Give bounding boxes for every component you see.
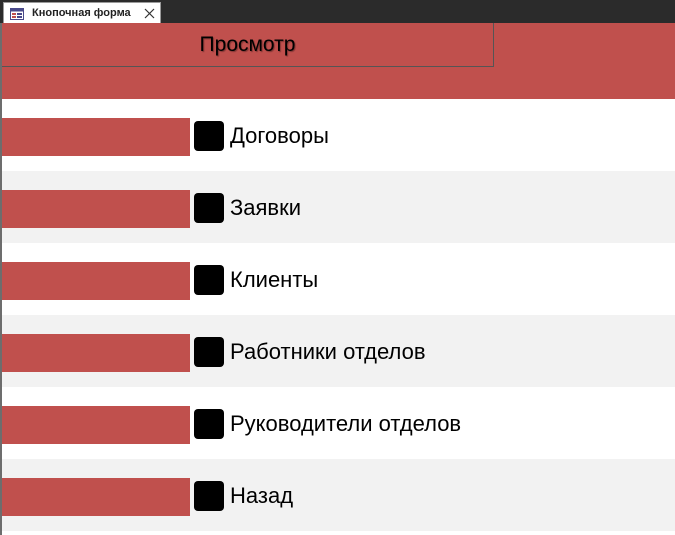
menu-label[interactable]: Клиенты (230, 265, 318, 295)
tab-title: Кнопочная форма (32, 7, 131, 19)
row-accent-bar (2, 262, 190, 300)
form-icon (10, 7, 24, 20)
document-tab[interactable]: Кнопочная форма (3, 2, 161, 23)
menu-button-requests[interactable] (194, 193, 224, 223)
menu-item-department-heads: Руководители отделов (2, 387, 675, 459)
close-icon[interactable] (142, 6, 156, 20)
row-accent-bar (2, 478, 190, 516)
menu-label[interactable]: Назад (230, 481, 293, 511)
menu-button-clients[interactable] (194, 265, 224, 295)
menu-button-department-workers[interactable] (194, 337, 224, 367)
menu-label[interactable]: Работники отделов (230, 337, 426, 367)
page-title: Просмотр (2, 23, 494, 67)
menu-label[interactable]: Руководители отделов (230, 409, 461, 439)
menu-label[interactable]: Договоры (230, 121, 329, 151)
row-accent-bar (2, 190, 190, 228)
menu-button-department-heads[interactable] (194, 409, 224, 439)
menu-item-back: Назад (2, 459, 675, 531)
document-tab-bar: Кнопочная форма (0, 0, 675, 23)
switchboard-form: Просмотр Договоры Заявки Клиенты Работни… (0, 23, 675, 535)
menu-item-contracts: Договоры (2, 99, 675, 171)
menu-label[interactable]: Заявки (230, 193, 301, 223)
menu-item-department-workers: Работники отделов (2, 315, 675, 387)
menu-item-requests: Заявки (2, 171, 675, 243)
menu-button-contracts[interactable] (194, 121, 224, 151)
menu-item-clients: Клиенты (2, 243, 675, 315)
menu-button-back[interactable] (194, 481, 224, 511)
row-accent-bar (2, 334, 190, 372)
row-accent-bar (2, 406, 190, 444)
form-header: Просмотр (2, 23, 675, 99)
row-accent-bar (2, 118, 190, 156)
